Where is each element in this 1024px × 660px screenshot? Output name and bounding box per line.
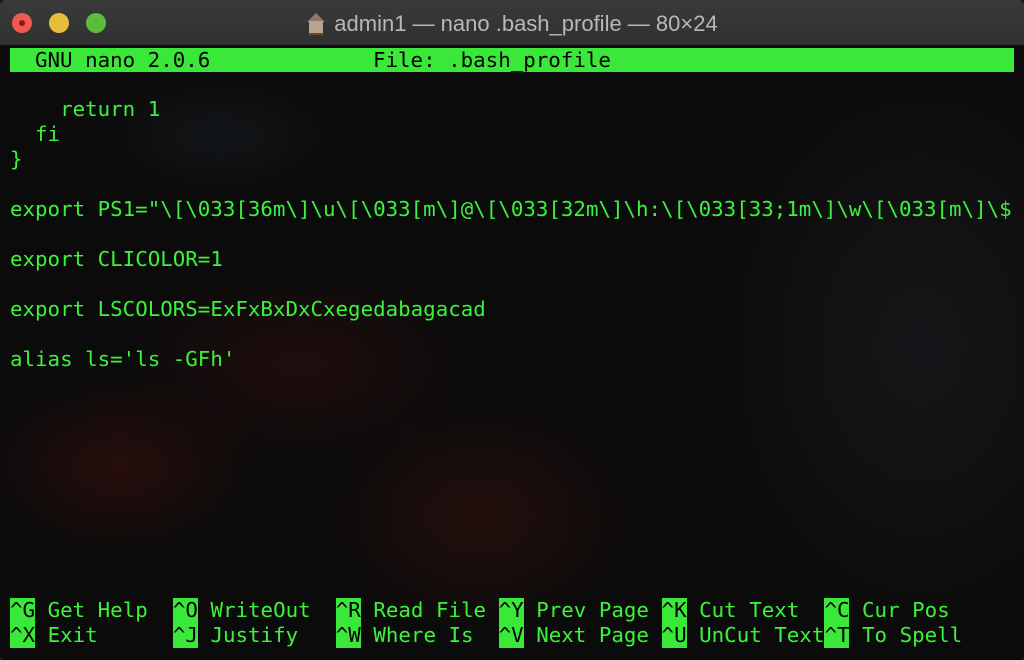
shortcut-key[interactable]: ^Y xyxy=(498,598,524,623)
nano-header: GNU nano 2.0.6 File: .bash_profile xyxy=(10,48,1014,72)
shortcut-label[interactable]: Get Help xyxy=(48,598,148,623)
shortcut-key[interactable]: ^W xyxy=(335,623,361,648)
shortcut-label[interactable]: Where Is xyxy=(373,623,473,648)
editor-line[interactable]: } xyxy=(10,147,23,172)
editor-line[interactable]: export LSCOLORS=ExFxBxDxCxegedabagacad xyxy=(10,297,486,322)
house-icon xyxy=(306,13,326,35)
nano-version: GNU nano 2.0.6 xyxy=(35,48,211,72)
editor-line[interactable]: export PS1="\[\033[36m\]\u\[\033[m\]@\[\… xyxy=(10,197,1012,222)
shortcut-key[interactable]: ^O xyxy=(172,598,198,623)
editor-line[interactable]: return 1 xyxy=(10,97,160,122)
shortcut-key[interactable]: ^C xyxy=(824,598,850,623)
nano-filename: File: .bash_profile xyxy=(373,48,611,72)
shortcut-label[interactable]: Exit xyxy=(48,623,98,648)
window-title: admin1 — nano .bash_profile — 80×24 xyxy=(0,11,1024,37)
title-bar[interactable]: admin1 — nano .bash_profile — 80×24 xyxy=(0,0,1024,46)
shortcut-label[interactable]: Read File xyxy=(373,598,486,623)
shortcut-label[interactable]: Justify xyxy=(210,623,298,648)
shortcut-key[interactable]: ^J xyxy=(172,623,198,648)
editor-line[interactable]: fi xyxy=(10,122,60,147)
window-title-text: admin1 — nano .bash_profile — 80×24 xyxy=(334,11,718,36)
shortcut-label[interactable]: Next Page xyxy=(536,623,649,648)
shortcut-label[interactable]: To Spell xyxy=(862,623,962,648)
shortcut-key[interactable]: ^G xyxy=(10,598,36,623)
shortcut-label[interactable]: Prev Page xyxy=(536,598,649,623)
terminal-window: admin1 — nano .bash_profile — 80×24 GNU … xyxy=(0,0,1024,660)
shortcut-key[interactable]: ^T xyxy=(824,623,850,648)
shortcut-key[interactable]: ^X xyxy=(10,623,36,648)
shortcut-label[interactable]: WriteOut xyxy=(210,598,310,623)
shortcut-key[interactable]: ^K xyxy=(661,598,687,623)
shortcut-label[interactable]: Cur Pos xyxy=(862,598,950,623)
editor-line[interactable]: export CLICOLOR=1 xyxy=(10,247,223,272)
shortcut-label[interactable]: UnCut Text xyxy=(699,623,824,648)
shortcut-label[interactable]: Cut Text xyxy=(699,598,799,623)
editor-line[interactable]: alias ls='ls -GFh' xyxy=(10,347,235,372)
shortcut-key[interactable]: ^R xyxy=(335,598,361,623)
shortcut-key[interactable]: ^V xyxy=(498,623,524,648)
shortcut-key[interactable]: ^U xyxy=(661,623,687,648)
